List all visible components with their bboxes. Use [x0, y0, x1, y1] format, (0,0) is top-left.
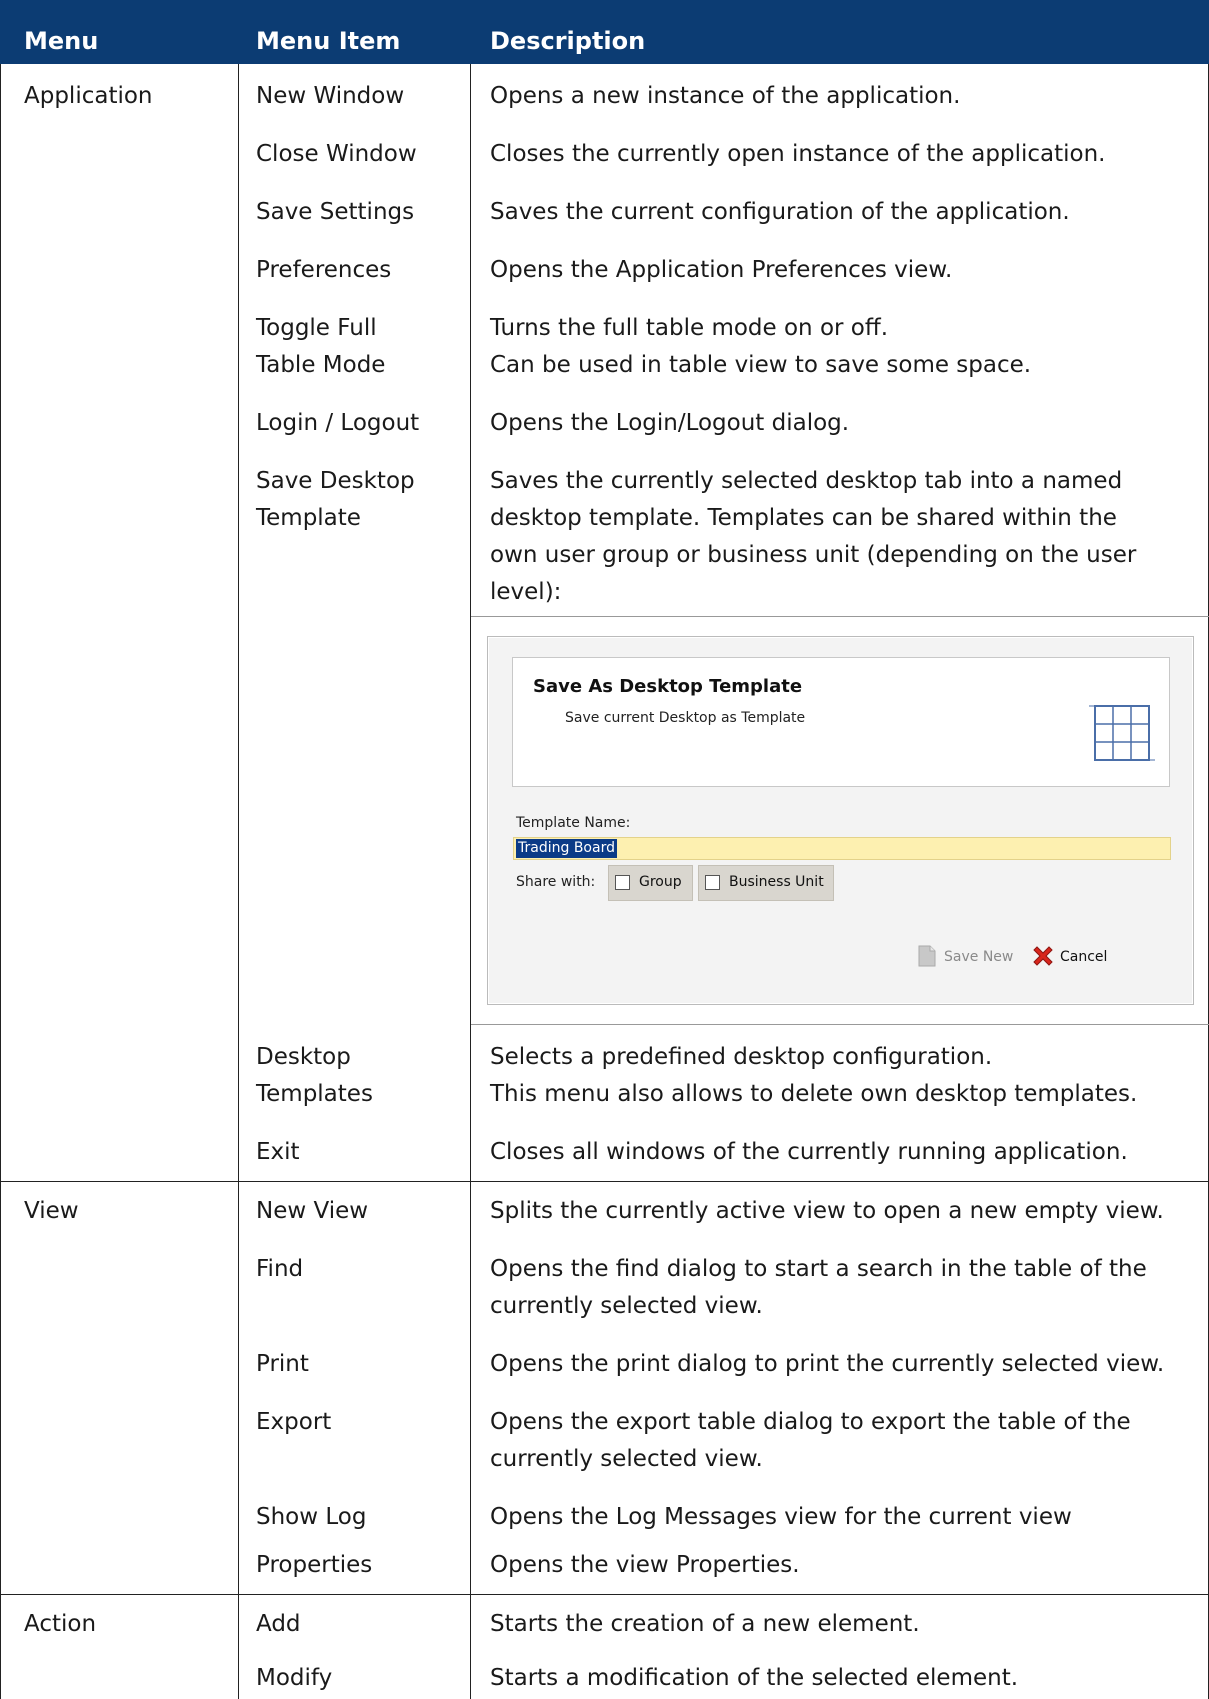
menu-label: Application	[24, 83, 153, 109]
item-description: currently selected view.	[490, 1446, 763, 1472]
menu-item: Toggle Full	[256, 315, 377, 341]
item-description: Splits the currently active view to open…	[490, 1198, 1164, 1224]
item-description: Opens the Application Preferences view.	[490, 257, 953, 283]
menu-item: Add	[256, 1611, 301, 1637]
dialog-header-panel: Save As Desktop Template Save current De…	[512, 657, 1170, 787]
cancel-label: Cancel	[1060, 949, 1108, 965]
item-description: Closes the currently open instance of th…	[490, 141, 1106, 167]
business-unit-label: Business Unit	[729, 874, 824, 890]
item-description: level):	[490, 579, 562, 605]
item-description: Opens the print dialog to print the curr…	[490, 1351, 1165, 1377]
item-description: Turns the full table mode on or off.	[490, 315, 889, 341]
menu-item: Templates	[256, 1081, 373, 1107]
group-label: Group	[639, 874, 682, 890]
table-grid-icon	[1089, 705, 1155, 761]
menu-item: Close Window	[256, 141, 417, 167]
item-description: Starts a modification of the selected el…	[490, 1665, 1019, 1691]
header-description: Description	[490, 27, 646, 55]
menu-item: New View	[256, 1198, 369, 1224]
menu-item: Modify	[256, 1665, 333, 1691]
menu-item: Show Log	[256, 1504, 367, 1530]
group-checkbox[interactable]: Group	[608, 865, 693, 901]
item-description: Opens a new instance of the application.	[490, 83, 961, 109]
table-header: Menu Menu Item Description	[0, 0, 1209, 64]
menu-item: Print	[256, 1351, 309, 1377]
item-description: Selects a predefined desktop configurati…	[490, 1044, 993, 1070]
header-menu: Menu	[24, 27, 99, 55]
section-divider	[0, 1594, 1209, 1595]
template-name-label: Template Name:	[516, 815, 631, 831]
row-divider	[471, 616, 1209, 617]
save-desktop-template-dialog: Save As Desktop Template Save current De…	[487, 636, 1194, 1005]
menu-item: Preferences	[256, 257, 392, 283]
checkbox-icon	[615, 875, 630, 890]
column-divider	[238, 64, 239, 1699]
template-name-input[interactable]: Trading Board	[513, 837, 1171, 860]
item-description: Opens the find dialog to start a search …	[490, 1256, 1147, 1282]
menu-item: Save Settings	[256, 199, 415, 225]
item-description: Opens the Log Messages view for the curr…	[490, 1504, 1072, 1530]
item-description: currently selected view.	[490, 1293, 763, 1319]
item-description: desktop template. Templates can be share…	[490, 505, 1117, 531]
item-description: Opens the Login/Logout dialog.	[490, 410, 850, 436]
menu-item: Template	[256, 505, 361, 531]
item-description: Opens the export table dialog to export …	[490, 1409, 1131, 1435]
menu-item: Properties	[256, 1552, 373, 1578]
document-icon	[918, 945, 936, 967]
menu-item: Desktop	[256, 1044, 351, 1070]
menu-label: Action	[24, 1611, 97, 1637]
item-description: Saves the currently selected desktop tab…	[490, 468, 1123, 494]
dialog-title: Save As Desktop Template	[533, 676, 803, 697]
menu-label: View	[24, 1198, 79, 1224]
menu-item: Table Mode	[256, 352, 386, 378]
item-description: Saves the current configuration of the a…	[490, 199, 1070, 225]
menu-item: Save Desktop	[256, 468, 415, 494]
menu-item: Find	[256, 1256, 304, 1282]
menu-item: Login / Logout	[256, 410, 420, 436]
cancel-x-icon	[1033, 946, 1053, 966]
menu-item: New Window	[256, 83, 405, 109]
share-with-label: Share with:	[516, 874, 596, 890]
item-description: Can be used in table view to save some s…	[490, 352, 1032, 378]
menu-item: Exit	[256, 1139, 300, 1165]
item-description: Opens the view Properties.	[490, 1552, 800, 1578]
section-divider	[0, 1181, 1209, 1182]
row-divider	[471, 1024, 1209, 1025]
item-description: own user group or business unit (dependi…	[490, 542, 1137, 568]
save-new-label: Save New	[944, 949, 1014, 965]
item-description: Closes all windows of the currently runn…	[490, 1139, 1128, 1165]
menu-item: Export	[256, 1409, 332, 1435]
template-name-value: Trading Board	[516, 839, 617, 858]
checkbox-icon	[705, 875, 720, 890]
dialog-subtitle: Save current Desktop as Template	[565, 710, 806, 726]
column-divider	[470, 64, 471, 1699]
business-unit-checkbox[interactable]: Business Unit	[698, 865, 834, 901]
item-description: Starts the creation of a new element.	[490, 1611, 920, 1637]
table-border-left	[0, 64, 1, 1699]
item-description: This menu also allows to delete own desk…	[490, 1081, 1138, 1107]
header-menu-item: Menu Item	[256, 27, 401, 55]
